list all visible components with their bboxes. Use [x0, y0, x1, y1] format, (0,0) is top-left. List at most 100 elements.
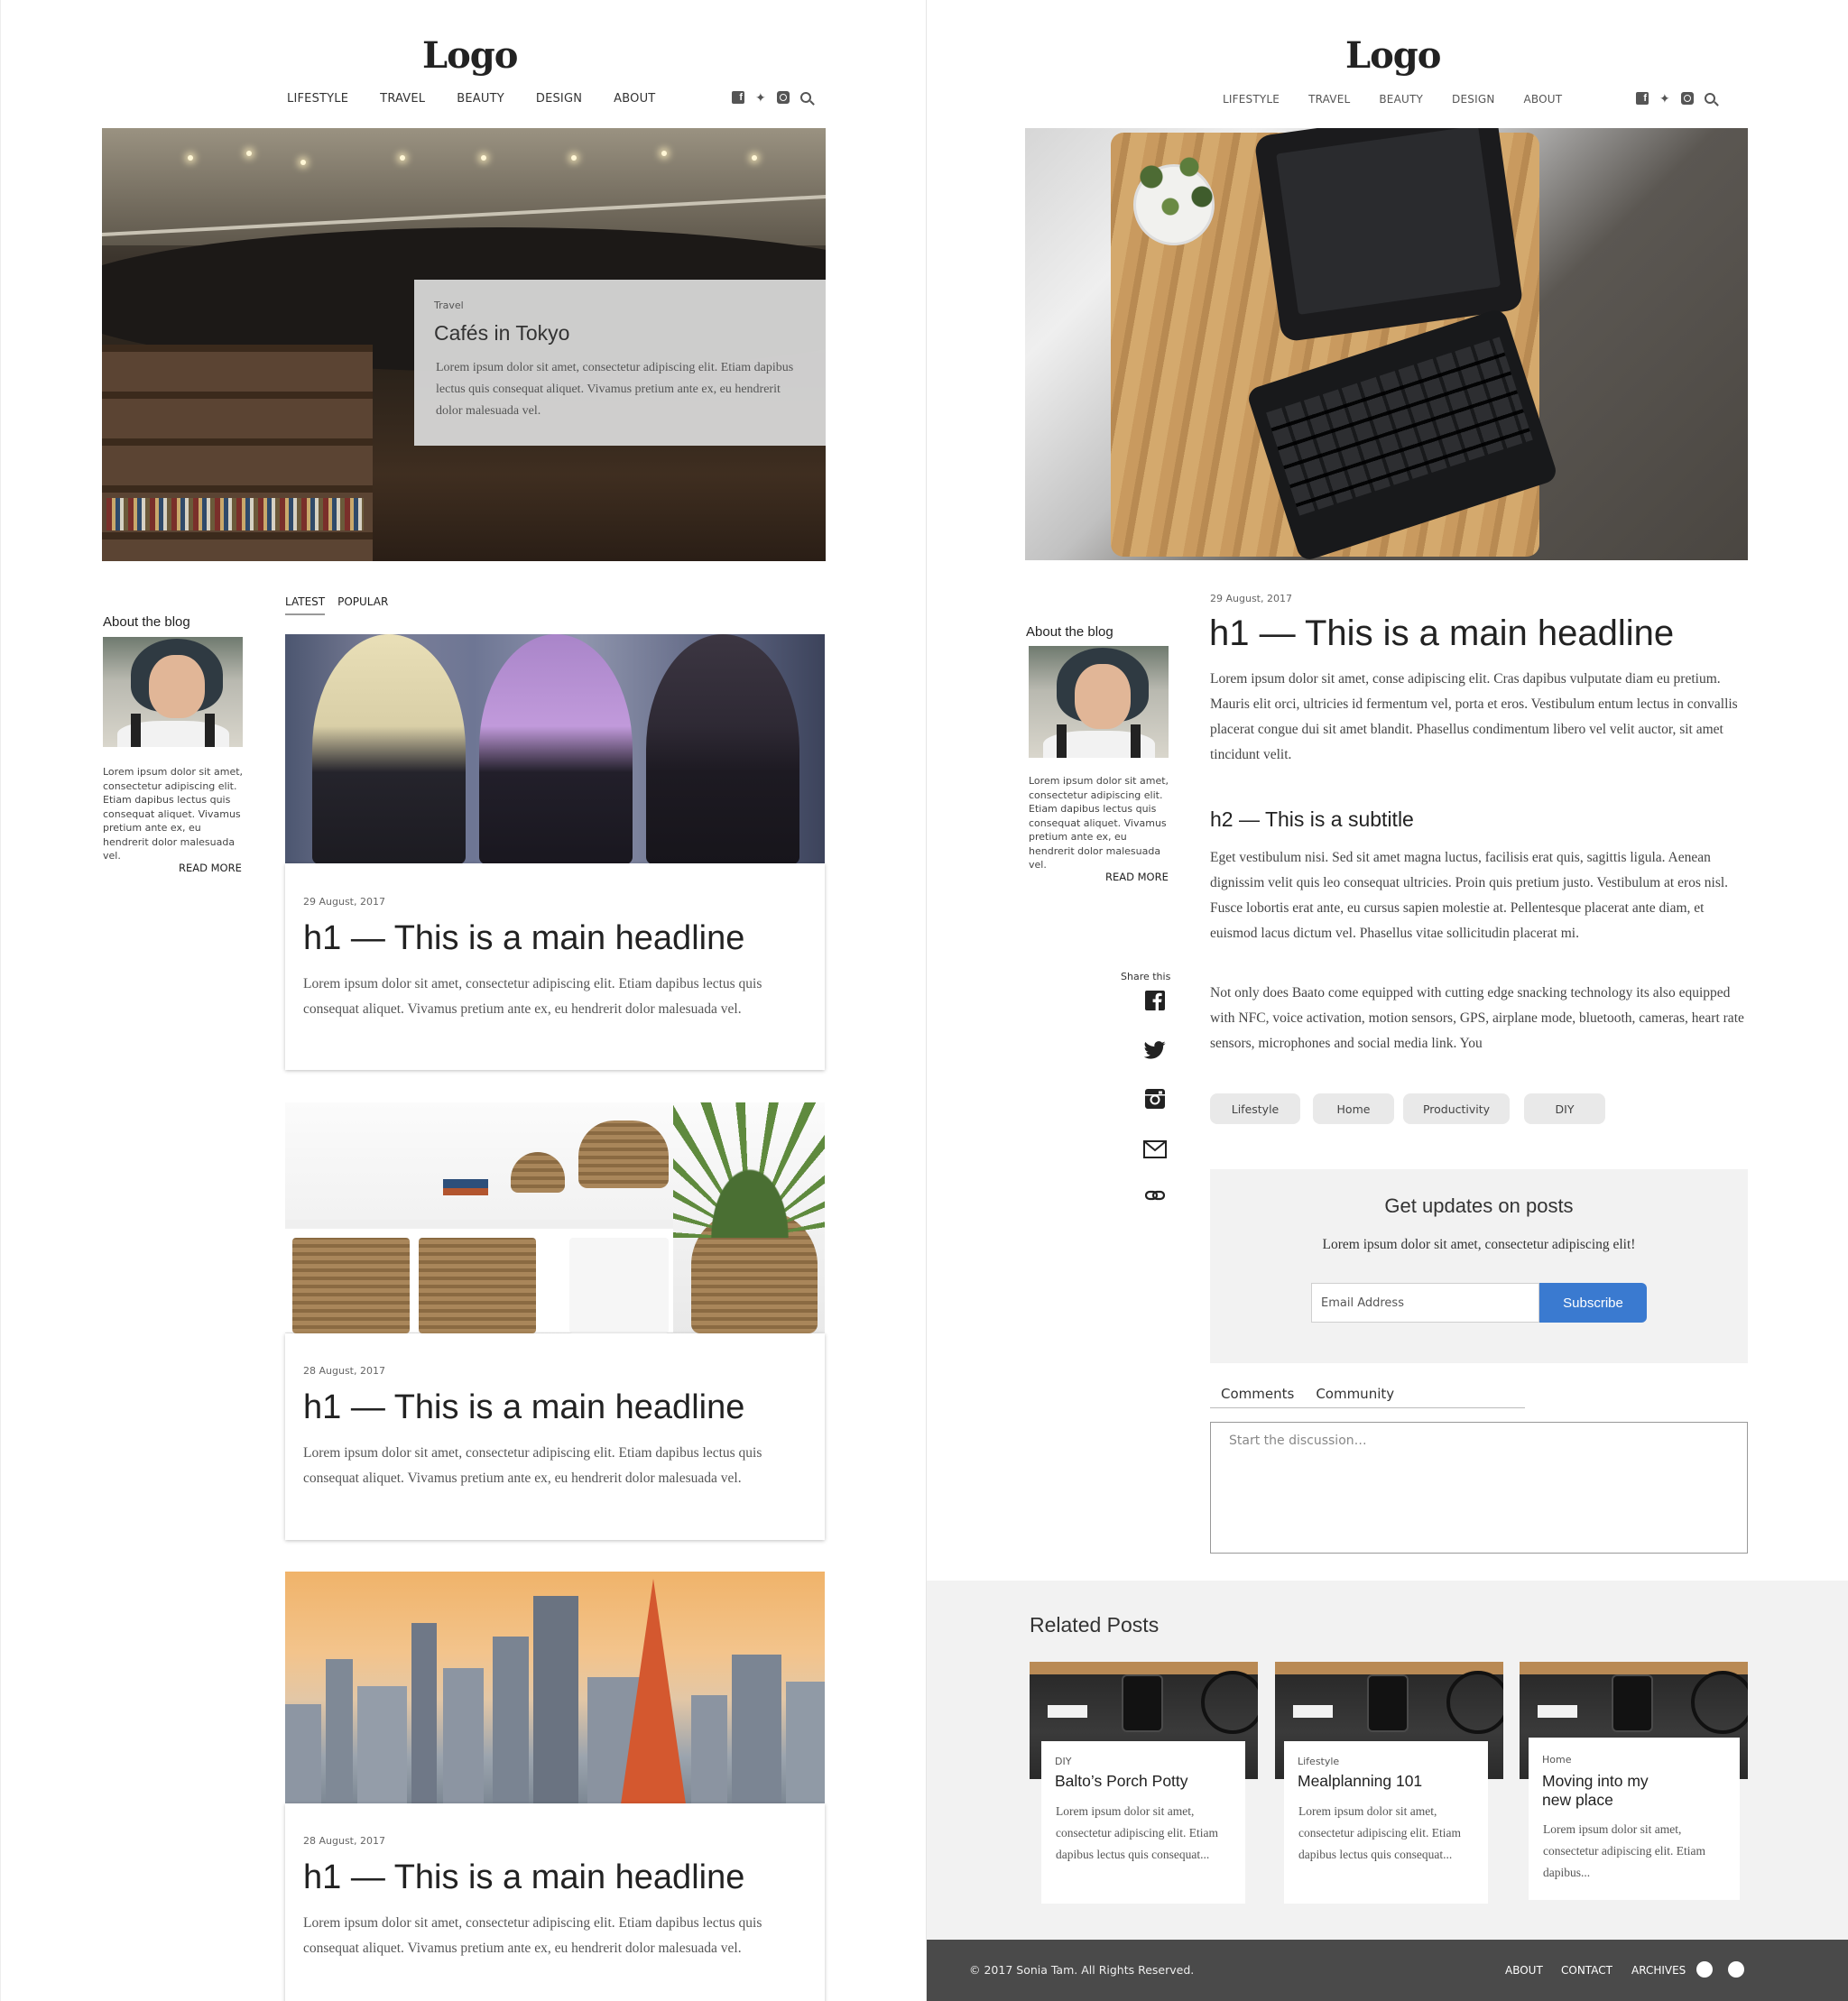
related-category: Lifestyle [1298, 1756, 1340, 1767]
related-post-title[interactable]: Mealplanning 101 [1298, 1772, 1478, 1791]
comment-tabs: Comments Community [1210, 1386, 1525, 1408]
post-card[interactable]: 29 August, 2017 h1 — This is a main head… [285, 863, 825, 1070]
instagram-icon[interactable] [1680, 92, 1694, 105]
author-avatar [103, 637, 243, 747]
share-label: Share this [1121, 971, 1171, 982]
nav-travel[interactable]: TRAVEL [380, 92, 425, 106]
related-excerpt: Lorem ipsum dolor sit amet, consectetur … [1543, 1822, 1705, 1879]
tab-popular[interactable]: POPULAR [337, 595, 388, 615]
nav-lifestyle[interactable]: LIFESTYLE [1223, 93, 1280, 106]
footer-copyright: © 2017 Sonia Tam. All Rights Reserved. [969, 1963, 1195, 1977]
post-excerpt: Lorem ipsum dolor sit amet, consectetur … [303, 1445, 762, 1486]
blog-home-page: Logo LIFESTYLE TRAVEL BEAUTY DESIGN ABOU… [0, 0, 926, 2001]
social-links: f ✦ [1636, 92, 1715, 105]
newsletter-subtitle: Lorem ipsum dolor sit amet, consectetur … [1322, 1237, 1636, 1252]
article-hero-image [1025, 128, 1748, 560]
mail-icon[interactable] [1143, 1138, 1167, 1161]
hero-title[interactable]: Cafés in Tokyo [434, 321, 569, 346]
post-date: 28 August, 2017 [303, 1365, 385, 1377]
tag-diy[interactable]: DIY [1524, 1093, 1605, 1124]
post-title[interactable]: h1 — This is a main headline [303, 919, 744, 958]
article-subtitle: h2 — This is a subtitle [1210, 807, 1414, 831]
tag-home[interactable]: Home [1313, 1093, 1394, 1124]
nav-design[interactable]: DESIGN [536, 92, 582, 106]
newsletter-box: Get updates on posts Lorem ipsum dolor s… [1210, 1169, 1748, 1363]
footer-social-icon[interactable] [1728, 1961, 1744, 1978]
article-paragraph: Eget vestibulum nisi. Sed sit amet magna… [1210, 850, 1729, 941]
footer-about-link[interactable]: ABOUT [1505, 1964, 1543, 1977]
post-card[interactable]: 28 August, 2017 h1 — This is a main head… [285, 1333, 825, 1540]
related-card[interactable]: Home Moving into my new place Lorem ipsu… [1529, 1738, 1740, 1900]
read-more-link[interactable]: READ MORE [1105, 871, 1169, 883]
hero-image[interactable]: Travel Cafés in Tokyo Lorem ipsum dolor … [102, 128, 826, 561]
nav-travel[interactable]: TRAVEL [1308, 93, 1350, 106]
tab-latest[interactable]: LATEST [285, 595, 326, 615]
search-icon[interactable] [799, 92, 811, 103]
twitter-icon[interactable] [1143, 1038, 1167, 1062]
post-tabs: LATEST POPULAR [285, 595, 388, 615]
footer-archives-link[interactable]: ARCHIVES [1631, 1964, 1686, 1977]
sidebar-text: Lorem ipsum dolor sit amet, consectetur … [103, 766, 244, 862]
post-excerpt: Lorem ipsum dolor sit amet, consectetur … [303, 1915, 762, 1956]
post-title[interactable]: h1 — This is a main headline [303, 1388, 744, 1427]
article-paragraph: Not only does Baato come equipped with c… [1210, 985, 1744, 1051]
article-date: 29 August, 2017 [1210, 593, 1292, 604]
tab-comments[interactable]: Comments [1210, 1386, 1305, 1407]
related-post-title[interactable]: Balto’s Porch Potty [1055, 1772, 1235, 1791]
newsletter-title: Get updates on posts [1384, 1194, 1574, 1217]
facebook-icon[interactable]: f [1636, 92, 1649, 105]
tag-lifestyle[interactable]: Lifestyle [1210, 1093, 1300, 1124]
nav-beauty[interactable]: BEAUTY [457, 92, 504, 106]
author-avatar [1029, 646, 1169, 758]
sidebar-title: About the blog [103, 614, 190, 630]
article-paragraph: Lorem ipsum dolor sit amet, conse adipis… [1210, 671, 1738, 762]
post-card[interactable]: 28 August, 2017 h1 — This is a main head… [285, 1803, 825, 2001]
twitter-icon[interactable]: ✦ [1659, 92, 1670, 105]
related-card[interactable]: Lifestyle Mealplanning 101 Lorem ipsum d… [1284, 1741, 1488, 1904]
related-category: Home [1542, 1754, 1572, 1766]
main-nav: LIFESTYLE TRAVEL BEAUTY DESIGN ABOUT [287, 92, 655, 106]
post-image[interactable] [285, 634, 825, 863]
site-logo[interactable]: Logo [422, 34, 518, 77]
facebook-icon[interactable] [1143, 989, 1167, 1012]
tag-productivity[interactable]: Productivity [1403, 1093, 1510, 1124]
main-nav: LIFESTYLE TRAVEL BEAUTY DESIGN ABOUT [1223, 93, 1562, 106]
related-excerpt: Lorem ipsum dolor sit amet, consectetur … [1056, 1804, 1218, 1861]
site-logo[interactable]: Logo [1345, 34, 1441, 77]
facebook-icon[interactable]: f [732, 91, 744, 104]
related-post-title[interactable]: Moving into my new place [1542, 1772, 1677, 1810]
twitter-icon[interactable]: ✦ [755, 91, 766, 104]
nav-lifestyle[interactable]: LIFESTYLE [287, 92, 348, 106]
sidebar-title: About the blog [1026, 624, 1113, 640]
read-more-link[interactable]: READ MORE [179, 862, 242, 874]
post-image[interactable] [285, 1102, 825, 1333]
footer-social-icon[interactable] [1696, 1961, 1713, 1978]
link-icon[interactable] [1143, 1184, 1167, 1207]
related-category: DIY [1055, 1756, 1072, 1767]
blog-article-page: Logo LIFESTYLE TRAVEL BEAUTY DESIGN ABOU… [926, 0, 1848, 2001]
hero-card[interactable]: Travel Cafés in Tokyo Lorem ipsum dolor … [414, 280, 826, 446]
footer-contact-link[interactable]: CONTACT [1561, 1964, 1612, 1977]
social-links: f ✦ [732, 91, 811, 104]
post-excerpt: Lorem ipsum dolor sit amet, consectetur … [303, 976, 762, 1017]
instagram-icon[interactable] [776, 91, 790, 104]
site-footer: © 2017 Sonia Tam. All Rights Reserved. A… [927, 1940, 1848, 2001]
tab-community[interactable]: Community [1305, 1386, 1405, 1407]
nav-about[interactable]: ABOUT [614, 92, 655, 106]
post-date: 28 August, 2017 [303, 1835, 385, 1847]
post-image[interactable] [285, 1572, 825, 1803]
hero-category[interactable]: Travel [434, 300, 464, 311]
search-icon[interactable] [1704, 93, 1715, 104]
nav-about[interactable]: ABOUT [1524, 93, 1563, 106]
post-title[interactable]: h1 — This is a main headline [303, 1858, 744, 1897]
related-posts-section: Related Posts DIY Balto’s Porch Potty Lo… [927, 1581, 1848, 1940]
instagram-icon[interactable] [1143, 1087, 1167, 1111]
nav-design[interactable]: DESIGN [1452, 93, 1494, 106]
comment-textarea[interactable]: Start the discussion… [1210, 1422, 1748, 1554]
email-field[interactable]: Email Address [1311, 1283, 1539, 1323]
subscribe-button[interactable]: Subscribe [1539, 1283, 1647, 1323]
article-title: h1 — This is a main headline [1209, 613, 1675, 653]
nav-beauty[interactable]: BEAUTY [1379, 93, 1423, 106]
related-card[interactable]: DIY Balto’s Porch Potty Lorem ipsum dolo… [1041, 1741, 1245, 1904]
related-title: Related Posts [1030, 1613, 1160, 1637]
